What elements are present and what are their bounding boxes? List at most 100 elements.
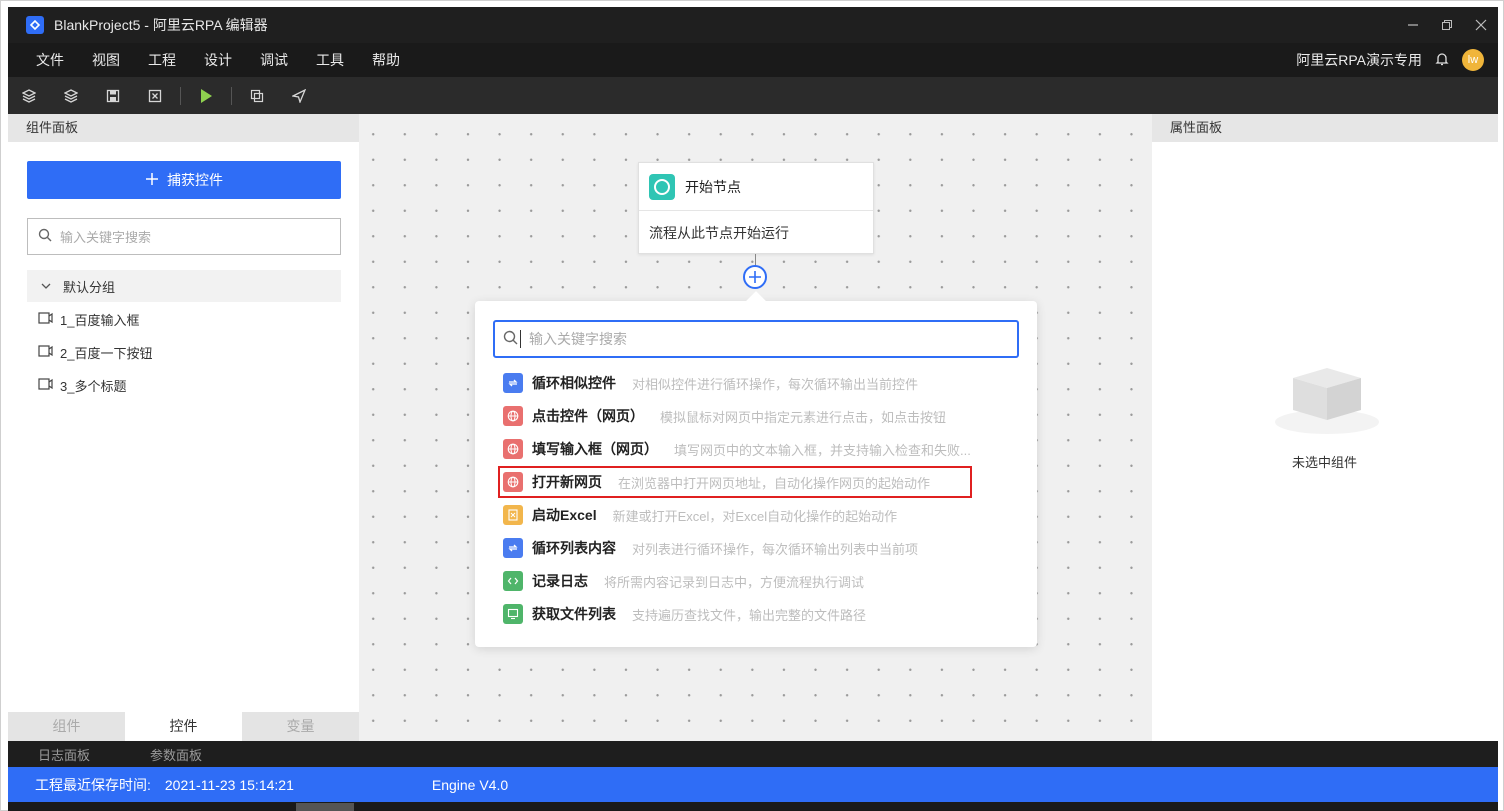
component-option-name: 循环相似控件 — [532, 375, 616, 391]
component-option[interactable]: 填写输入框（网页） 填写网页中的文本输入框，并支持输入检查和失败... — [503, 437, 971, 461]
capture-control-button[interactable]: 捕获控件 — [27, 161, 341, 199]
control-search-input[interactable]: 输入关键字搜索 — [27, 218, 341, 255]
status-bar: 工程最近保存时间: 2021-11-23 15:14:21 Engine V4.… — [8, 767, 1498, 802]
component-option[interactable]: 循环列表内容 对列表进行循环操作，每次循环输出列表中当前项 — [503, 536, 918, 560]
default-group-header[interactable]: 默认分组 — [27, 270, 341, 302]
close-box-icon[interactable] — [134, 77, 176, 114]
component-option-name: 填写输入框（网页） — [532, 441, 658, 457]
component-option[interactable]: 点击控件（网页） 模拟鼠标对网页中指定元素进行点击，如点击按钮 — [503, 404, 946, 428]
control-item[interactable]: 2_百度一下按钮 — [38, 341, 152, 363]
component-option-name: 启动Excel — [532, 507, 597, 523]
component-option-name: 循环列表内容 — [532, 540, 616, 556]
empty-state-label: 未选中组件 — [1292, 455, 1358, 470]
control-item[interactable]: 3_多个标题 — [38, 374, 126, 396]
component-option-desc: 模拟鼠标对网页中指定元素进行点击，如点击按钮 — [660, 409, 947, 425]
code-icon — [503, 571, 523, 591]
component-option-desc: 支持遍历查找文件，输出完整的文件路径 — [632, 607, 867, 623]
menu-design[interactable]: 设计 — [190, 50, 246, 70]
component-search-placeholder: 输入关键字搜索 — [529, 331, 627, 347]
globe-icon — [503, 439, 523, 459]
add-node-button[interactable] — [743, 265, 767, 289]
tab-variables[interactable]: 变量 — [242, 712, 359, 741]
start-node-header: 开始节点 — [639, 163, 873, 211]
tab-controls[interactable]: 控件 — [125, 712, 242, 741]
menu-project[interactable]: 工程 — [134, 50, 190, 70]
component-option-desc: 对列表进行循环操作，每次循环输出列表中当前项 — [632, 541, 919, 557]
send-icon[interactable] — [278, 77, 320, 114]
save-icon[interactable] — [92, 77, 134, 114]
control-element-icon — [38, 377, 54, 394]
start-circle-icon — [649, 173, 675, 200]
title-bar: BlankProject5 - 阿里云RPA 编辑器 — [8, 7, 1498, 43]
component-option-desc: 将所需内容记录到日志中，方便流程执行调试 — [604, 574, 865, 590]
plus-icon — [145, 172, 159, 189]
control-item-label: 3_多个标题 — [60, 378, 127, 394]
toolbar-divider — [231, 86, 232, 105]
control-item[interactable]: 1_百度输入框 — [38, 308, 139, 330]
monitor-icon — [503, 604, 523, 624]
menu-tools[interactable]: 工具 — [302, 50, 358, 70]
search-icon — [503, 330, 518, 348]
layers-alt-icon[interactable] — [50, 77, 92, 114]
user-name[interactable]: 阿里云RPA演示专用 — [1296, 50, 1422, 70]
app-window: BlankProject5 - 阿里云RPA 编辑器 文件 视图 工程 设计 调… — [0, 0, 1504, 811]
component-option[interactable]: 获取文件列表 支持遍历查找文件，输出完整的文件路径 — [503, 602, 866, 626]
menu-file[interactable]: 文件 — [22, 50, 78, 70]
horizontal-scrollbar[interactable] — [8, 802, 1498, 811]
tab-components[interactable]: 组件 — [8, 712, 125, 741]
flow-canvas[interactable]: 开始节点 流程从此节点开始运行 输入关键字搜索 循环相似控件 对相似控件进行循环… — [359, 114, 1152, 741]
search-icon — [38, 228, 52, 245]
text-cursor — [520, 330, 521, 348]
component-search-input[interactable]: 输入关键字搜索 — [493, 320, 1019, 358]
tab-log-panel[interactable]: 日志面板 — [8, 745, 120, 764]
left-panel-tabs: 组件 控件 变量 — [8, 712, 359, 741]
component-option[interactable]: 记录日志 将所需内容记录到日志中，方便流程执行调试 — [503, 569, 864, 593]
close-icon[interactable] — [1464, 7, 1498, 43]
component-option-name: 记录日志 — [532, 573, 588, 589]
start-node-title: 开始节点 — [685, 178, 741, 195]
tab-param-panel[interactable]: 参数面板 — [120, 745, 232, 764]
component-option-name: 点击控件（网页） — [532, 408, 644, 424]
restore-icon[interactable] — [1430, 7, 1464, 43]
highlight-box — [498, 466, 972, 498]
toolbar — [8, 77, 1498, 114]
loop-icon — [503, 373, 523, 393]
avatar[interactable]: lw — [1462, 49, 1484, 71]
loop-icon — [503, 538, 523, 558]
app-logo-icon — [26, 16, 44, 34]
default-group-label: 默认分组 — [63, 279, 116, 295]
menu-bar: 文件 视图 工程 设计 调试 工具 帮助 阿里云RPA演示专用 lw — [8, 43, 1498, 77]
control-element-icon — [38, 311, 54, 328]
excel-icon — [503, 505, 523, 525]
save-time-value: 2021-11-23 15:14:21 — [164, 776, 294, 793]
control-item-label: 2_百度一下按钮 — [60, 345, 153, 361]
run-icon[interactable] — [185, 77, 227, 114]
capture-control-label: 捕获控件 — [167, 172, 223, 188]
bell-icon[interactable] — [1434, 51, 1450, 70]
globe-icon — [503, 406, 523, 426]
chevron-down-icon — [41, 279, 51, 294]
control-element-icon — [38, 344, 54, 361]
window-title: BlankProject5 - 阿里云RPA 编辑器 — [54, 17, 268, 33]
layers-icon[interactable] — [8, 77, 50, 114]
start-node-desc: 流程从此节点开始运行 — [649, 225, 789, 241]
start-node[interactable]: 开始节点 流程从此节点开始运行 — [638, 162, 874, 254]
copy-icon[interactable] — [236, 77, 278, 114]
component-option-desc: 对相似控件进行循环操作，每次循环输出当前控件 — [632, 376, 919, 392]
menu-help[interactable]: 帮助 — [358, 50, 414, 70]
save-time-label: 工程最近保存时间: — [35, 776, 151, 793]
empty-box-icon — [1275, 364, 1379, 434]
component-option[interactable]: 启动Excel 新建或打开Excel，对Excel自动化操作的起始动作 — [503, 503, 897, 527]
component-option-desc: 填写网页中的文本输入框，并支持输入检查和失败... — [674, 442, 971, 458]
component-option-name: 获取文件列表 — [532, 606, 616, 622]
menu-view[interactable]: 视图 — [78, 50, 134, 70]
log-panel-bar: 日志面板 参数面板 — [8, 741, 1498, 767]
component-option[interactable]: 循环相似控件 对相似控件进行循环操作，每次循环输出当前控件 — [503, 371, 918, 395]
component-panel-title: 组件面板 — [8, 114, 359, 142]
engine-version: Engine V4.0 — [431, 776, 509, 793]
component-option-desc: 新建或打开Excel，对Excel自动化操作的起始动作 — [612, 508, 898, 524]
scrollbar-thumb[interactable] — [296, 803, 354, 811]
component-panel: 组件面板 捕获控件 输入关键字搜索 默认分组 1_百度输入框 2_百度一下按钮 … — [8, 114, 359, 741]
minimize-icon[interactable] — [1396, 7, 1430, 43]
menu-debug[interactable]: 调试 — [246, 50, 302, 70]
